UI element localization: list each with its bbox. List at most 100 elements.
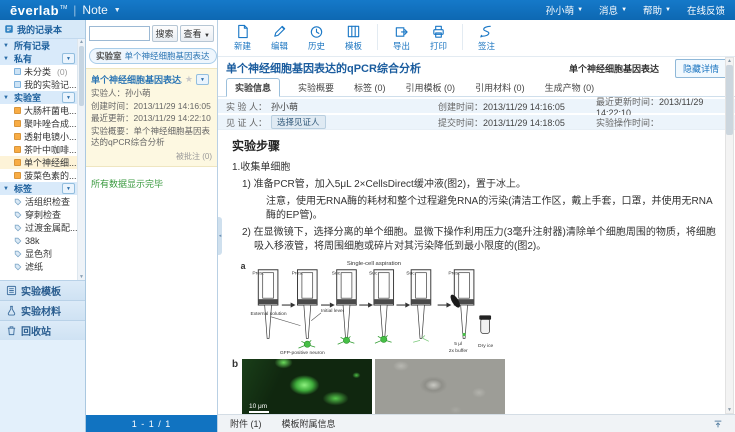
group-menu-button[interactable]: ▼ — [62, 92, 75, 103]
group-menu-button[interactable]: ▼ — [62, 53, 75, 64]
tag-icon — [14, 198, 22, 206]
scroll-up-icon[interactable]: ▲ — [79, 39, 84, 45]
notebook-name: 单个神经细胞基因表达 — [569, 62, 659, 75]
tab-referenced-materials[interactable]: 引用材料 (0) — [473, 79, 527, 96]
sign-button[interactable]: 签注 — [468, 22, 505, 52]
history-button[interactable]: 历史 — [298, 22, 335, 52]
tree-node-private[interactable]: ▼ 私有 ▼ — [0, 52, 78, 65]
scroll-down-icon[interactable]: ▼ — [79, 274, 84, 280]
experiment-title-link[interactable]: 单个神经细胞基因表达... — [91, 73, 182, 86]
attachments-tab[interactable]: 附件 (1) — [230, 417, 262, 430]
scrollbar-thumb[interactable] — [726, 65, 733, 135]
trash-icon — [6, 325, 17, 336]
list-end-message: 所有数据显示完毕 — [86, 167, 217, 200]
tree-node-all-records[interactable]: ▼ 所有记录 — [0, 39, 78, 52]
scope-filter-chip[interactable]: 实验室 单个神经细胞基因表达 — [89, 48, 217, 64]
notebook-color-icon — [14, 68, 21, 75]
hide-details-button[interactable]: 隐藏详情 — [675, 59, 727, 78]
sidebar-item-templates[interactable]: 实验模板 — [0, 280, 85, 300]
document-title: 单个神经细胞基因表达的qPCR综合分析 — [226, 60, 569, 76]
tree-expand-icon[interactable]: ▼ — [3, 95, 11, 101]
group-menu-button[interactable]: ▼ — [62, 183, 75, 194]
scroll-up-icon[interactable]: ▲ — [727, 58, 732, 64]
tree-node-lab[interactable]: ▼ 实验室 ▼ — [0, 91, 78, 104]
notebook-color-icon — [14, 159, 21, 166]
sidebar-item-trash[interactable]: 回收站 — [0, 320, 85, 340]
svg-text:Suc.: Suc. — [369, 271, 379, 277]
sidebar-filler — [0, 340, 85, 432]
tab-experiment-summary[interactable]: 实验概要 — [296, 79, 336, 96]
tree-item-tag[interactable]: 活组织检查 — [0, 195, 78, 208]
tree-expand-icon[interactable]: ▼ — [3, 186, 11, 192]
help-menu[interactable]: 帮助▼ — [643, 3, 671, 17]
notebook-color-icon — [14, 133, 21, 140]
tree-item-tag[interactable]: 显色剂 — [0, 247, 78, 260]
export-button[interactable]: 导出 — [383, 22, 420, 52]
tree-item-my-experiments[interactable]: 我的实验记... (1) — [0, 78, 78, 91]
print-button[interactable]: 打印 — [420, 22, 457, 52]
tree-node-tags[interactable]: ▼ 标签 ▼ — [0, 182, 78, 195]
select-witness-button[interactable]: 选择见证人 — [271, 115, 326, 129]
scroll-down-icon[interactable]: ▼ — [727, 407, 732, 413]
svg-text:Pres.: Pres. — [292, 271, 303, 277]
tab-referenced-templates[interactable]: 引用模板 (0) — [404, 79, 458, 96]
info-row-1: 实 验 人：孙小萌 创建时间：2013/11/29 14:16:05 最近更新时… — [218, 99, 735, 113]
tree-item-notebook[interactable]: 透射电镜小... (0) — [0, 130, 78, 143]
entry-annotation-count: 被批注 (0) — [91, 151, 212, 162]
user-menu[interactable]: 孙小萌▼ — [546, 3, 583, 17]
figure-a-diagram: a Single-cell aspiration Pres. Pres. Suc… — [236, 258, 510, 356]
template-attached-info-tab[interactable]: 模板附属信息 — [282, 417, 336, 430]
edit-button[interactable]: 编辑 — [261, 22, 298, 52]
messages-menu[interactable]: 消息▼ — [599, 3, 627, 17]
main-scrollbar[interactable]: ▲ ▼ — [725, 57, 734, 414]
export-icon — [394, 24, 409, 39]
tree-item-notebook[interactable]: 茶叶中咖啡... (2) — [0, 143, 78, 156]
tree-item-notebook[interactable]: 大肠杆菌电... (5) — [0, 104, 78, 117]
new-document-icon — [235, 24, 250, 39]
tree-expand-icon[interactable]: ▼ — [3, 43, 11, 49]
scrollbar-thumb[interactable] — [79, 46, 84, 106]
tree-item-notebook[interactable]: 聚咔唑合成... (7) — [0, 117, 78, 130]
notebook-icon — [4, 24, 14, 34]
tab-products[interactable]: 生成产物 (0) — [543, 79, 597, 96]
logo-divider: | — [73, 3, 76, 17]
tab-experiment-info[interactable]: 实验信息 — [226, 78, 280, 97]
clock-icon — [309, 24, 324, 39]
tree-expand-icon[interactable]: ▼ — [3, 56, 11, 62]
notebook-color-icon — [14, 146, 21, 153]
pencil-icon — [272, 24, 287, 39]
product-switch-caret-icon[interactable]: ▼ — [114, 7, 121, 14]
star-icon[interactable]: ★ — [185, 74, 193, 85]
sidebar-item-materials[interactable]: 实验材料 — [0, 300, 85, 320]
logo-text: ēverlab — [10, 3, 59, 18]
tab-tags[interactable]: 标签 (0) — [352, 79, 388, 96]
search-button[interactable]: 搜索 — [152, 25, 178, 42]
external-solution-label: External solution — [250, 311, 286, 317]
experiment-list-item[interactable]: 单个神经细胞基因表达... ★ ▼ 实验人：孙小萌 创建时间：2013/11/2… — [86, 68, 217, 167]
tree-item-tag[interactable]: 过渡金属配... — [0, 221, 78, 234]
step-1: 1) 准备PCR管，加入5μL 2×CellsDirect缓冲液(图2)，置于冰… — [232, 178, 717, 192]
tree-item-tag[interactable]: 38k — [0, 234, 78, 247]
tag-icon — [14, 224, 22, 232]
tree-item-notebook-selected[interactable]: 单个神经细... (1) — [0, 156, 78, 169]
collapse-panel-button[interactable] — [713, 419, 723, 429]
notebook-tree: ▼ 所有记录 ▼ 私有 ▼ 未分类 (0) 我的实验记... (1) ▼ 实验室… — [0, 39, 85, 280]
chevron-down-icon: ▼ — [665, 7, 671, 13]
svg-text:Pres.: Pres. — [448, 271, 459, 277]
view-dropdown-button[interactable]: 查看 ▼ — [180, 25, 214, 42]
search-input[interactable] — [89, 26, 150, 41]
tree-item-tag[interactable]: 滤纸 — [0, 260, 78, 273]
template-button[interactable]: 模板 — [335, 22, 372, 52]
new-button[interactable]: 新建 — [224, 22, 261, 52]
bottom-bar: 附件 (1) 模板附属信息 — [218, 414, 735, 432]
svg-text:Pres.: Pres. — [252, 271, 263, 277]
feedback-link[interactable]: 在线反馈 — [687, 3, 725, 17]
tree-item-notebook[interactable]: 菠菜色素的... (1) — [0, 169, 78, 182]
entry-menu-button[interactable]: ▼ — [196, 74, 209, 85]
tree-item-tag[interactable]: 穿刺检查 — [0, 208, 78, 221]
step-group: 1.收集单细胞 — [232, 161, 717, 175]
entry-updated: 最近更新：2013/11/29 14:22:10 — [91, 113, 212, 124]
tree-item-uncategorized[interactable]: 未分类 (0) — [0, 65, 78, 78]
results-column: 搜索 查看 ▼ 实验室 单个神经细胞基因表达 单个神经细胞基因表达... ★ ▼… — [86, 20, 218, 432]
sidebar-scrollbar[interactable]: ▲ ▼ — [77, 39, 85, 280]
